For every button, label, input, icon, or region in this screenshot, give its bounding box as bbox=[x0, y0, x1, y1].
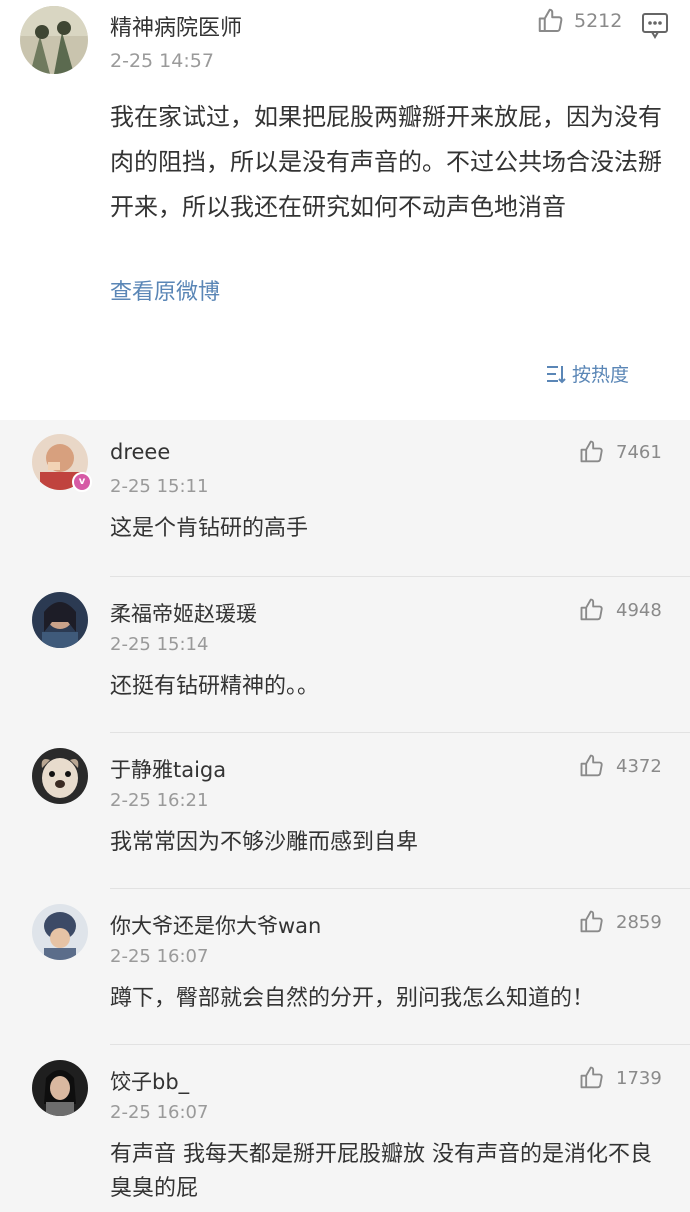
comment-like-button[interactable]: 1739 bbox=[578, 1064, 662, 1092]
comment-box-icon[interactable] bbox=[640, 10, 670, 40]
comment-divider bbox=[110, 888, 690, 889]
thumbs-up-icon bbox=[580, 910, 603, 933]
commenter-name[interactable]: 柔福帝姬赵瑗瑗 bbox=[110, 598, 257, 628]
comment-like-count: 2859 bbox=[616, 911, 662, 933]
comment-divider bbox=[110, 1044, 690, 1045]
comment-like-button[interactable]: 7461 bbox=[578, 438, 662, 466]
verified-badge-icon: v bbox=[72, 472, 92, 492]
thumbs-up-icon bbox=[580, 1066, 603, 1089]
post-author-avatar[interactable] bbox=[20, 6, 88, 74]
thumbs-up-icon bbox=[538, 8, 563, 32]
comment-item: 于静雅taiga 2-25 16:21 4372 我常常因为不够沙雕而感到自卑 bbox=[0, 734, 690, 890]
commenter-name[interactable]: 于静雅taiga bbox=[110, 754, 226, 784]
comment-like-count: 4372 bbox=[616, 755, 662, 777]
comment-divider bbox=[110, 576, 690, 577]
comment-like-count: 4948 bbox=[616, 599, 662, 621]
comment-text: 还挺有钻研精神的。。 bbox=[110, 674, 320, 699]
comment-timestamp: 2-25 16:21 bbox=[110, 790, 209, 811]
thumbs-up-icon bbox=[580, 754, 603, 777]
comment-list: v dreee 2-25 15:11 7461 这是个肯钻研的高手 柔福帝姬赵瑗… bbox=[0, 420, 690, 1212]
comment-text: 我常常因为不够沙雕而感到自卑 bbox=[110, 830, 419, 855]
sort-icon bbox=[547, 365, 566, 383]
comment-timestamp: 2-25 16:07 bbox=[110, 1102, 209, 1123]
commenter-avatar[interactable] bbox=[32, 904, 88, 960]
sort-label: 按热度 bbox=[572, 364, 630, 386]
post-like-button[interactable]: 5212 bbox=[536, 6, 622, 36]
comment-divider bbox=[110, 732, 690, 733]
commenter-avatar[interactable] bbox=[32, 592, 88, 648]
comment-like-button[interactable]: 4948 bbox=[578, 596, 662, 624]
comment-text: 这是个肯钻研的高手 bbox=[110, 516, 309, 541]
comment-like-button[interactable]: 4372 bbox=[578, 752, 662, 780]
post-content: 我在家试过，如果把屁股两瓣掰开来放屁，因为没有肉的阻挡，所以是没有声音的。不过公… bbox=[110, 103, 662, 221]
commenter-avatar[interactable] bbox=[32, 748, 88, 804]
thumbs-up-icon bbox=[580, 598, 603, 621]
comment-item: 你大爷还是你大爷wan 2-25 16:07 2859 蹲下，臀部就会自然的分开… bbox=[0, 890, 690, 1046]
commenter-avatar[interactable] bbox=[32, 1060, 88, 1116]
post-author-name[interactable]: 精神病院医师 bbox=[110, 10, 242, 42]
commenter-name[interactable]: dreee bbox=[110, 440, 170, 464]
post-like-count: 5212 bbox=[574, 10, 623, 32]
comment-item: 柔福帝姬赵瑗瑗 2-25 15:14 4948 还挺有钻研精神的。。 bbox=[0, 578, 690, 734]
post-timestamp: 2-25 14:57 bbox=[110, 50, 214, 72]
comment-text: 有声音 我每天都是掰开屁股瓣放 没有声音的是消化不良臭臭的屁 bbox=[110, 1142, 652, 1201]
comment-timestamp: 2-25 16:07 bbox=[110, 946, 209, 967]
post-card: 精神病院医师 2-25 14:57 5212 我在家试过，如果把屁股两瓣掰开来放… bbox=[0, 0, 690, 420]
commenter-name[interactable]: 你大爷还是你大爷wan bbox=[110, 910, 321, 940]
comment-like-count: 7461 bbox=[616, 441, 662, 463]
thumbs-up-icon bbox=[580, 440, 603, 463]
commenter-name[interactable]: 饺子bb_ bbox=[110, 1066, 189, 1096]
comment-like-count: 1739 bbox=[616, 1067, 662, 1089]
comment-like-button[interactable]: 2859 bbox=[578, 908, 662, 936]
comment-text: 蹲下，臀部就会自然的分开，别问我怎么知道的！ bbox=[110, 986, 595, 1011]
comment-timestamp: 2-25 15:11 bbox=[110, 476, 209, 497]
view-original-link[interactable]: 查看原微博 bbox=[110, 274, 220, 306]
comment-item: 饺子bb_ 2-25 16:07 1739 有声音 我每天都是掰开屁股瓣放 没有… bbox=[0, 1046, 690, 1212]
sort-by-hot-button[interactable]: 按热度 bbox=[544, 360, 629, 387]
comment-timestamp: 2-25 15:14 bbox=[110, 634, 209, 655]
comment-item: v dreee 2-25 15:11 7461 这是个肯钻研的高手 bbox=[0, 420, 690, 576]
